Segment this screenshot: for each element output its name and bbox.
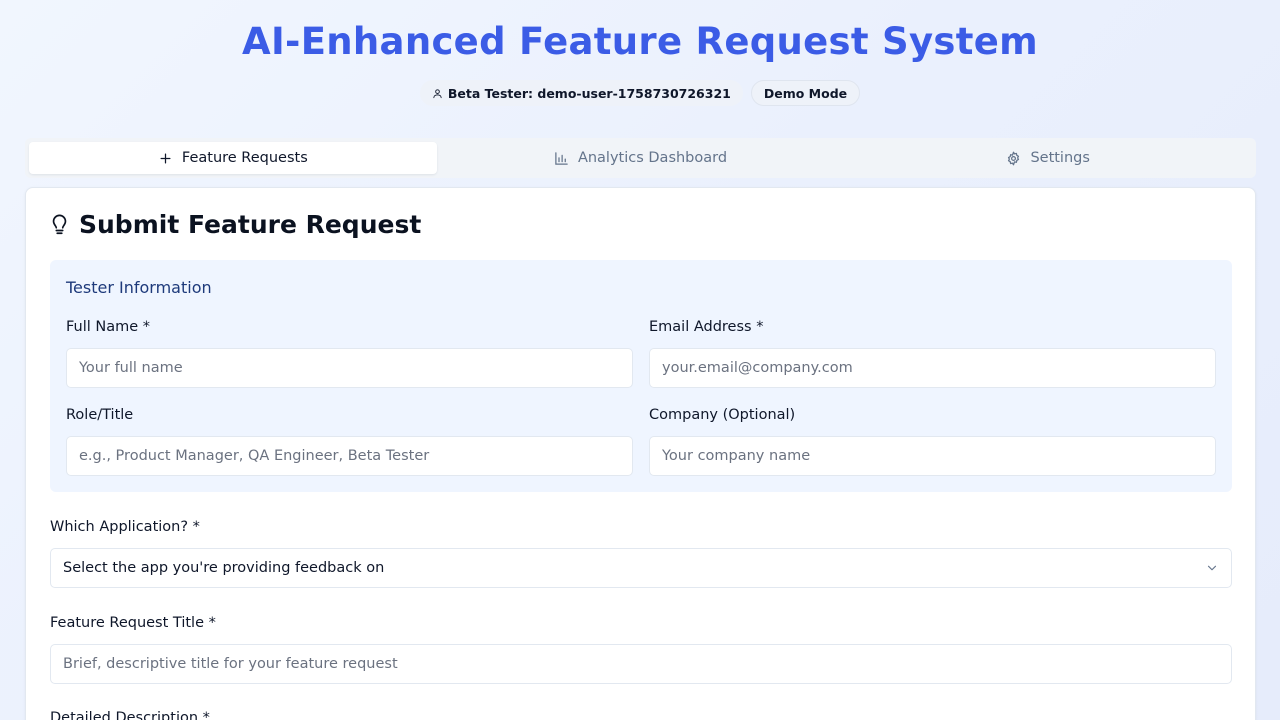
lightbulb-icon — [52, 214, 67, 234]
tab-settings[interactable]: Settings — [844, 142, 1252, 174]
plus-icon — [160, 153, 171, 163]
main-tabs: Feature Requests Analytics Dashboard Set… — [25, 138, 1256, 178]
tester-information-section: Tester Information Full Name * Email Add… — [50, 260, 1232, 492]
bar-chart-icon — [555, 151, 568, 165]
tab-label: Analytics Dashboard — [577, 150, 728, 166]
page-title: AI-Enhanced Feature Request System — [242, 20, 1038, 63]
tab-label: Feature Requests — [181, 150, 308, 166]
chevron-down-icon — [1207, 565, 1217, 571]
tab-analytics-dashboard[interactable]: Analytics Dashboard — [437, 142, 845, 174]
feature-request-card: Submit Feature Request Tester Informatio… — [25, 187, 1256, 720]
header-badges: Beta Tester: demo-user-1758730726321 Dem… — [0, 80, 1280, 106]
request-title-input[interactable] — [50, 644, 1232, 684]
gear-icon — [1008, 151, 1020, 165]
email-label: Email Address * — [649, 319, 764, 335]
card-header: Submit Feature Request — [50, 210, 421, 239]
demo-mode-label: Demo Mode — [763, 85, 848, 101]
email-input[interactable] — [649, 348, 1216, 388]
role-input[interactable] — [66, 436, 633, 476]
tester-badge: Beta Tester: demo-user-1758730726321 — [419, 80, 743, 106]
card-title: Submit Feature Request — [79, 210, 422, 239]
company-label: Company (Optional) — [649, 407, 796, 423]
tab-feature-requests[interactable]: Feature Requests — [29, 142, 437, 174]
role-label: Role/Title — [66, 407, 134, 423]
application-label: Which Application? * — [50, 519, 200, 535]
application-select-value: Select the app you're providing feedback… — [63, 560, 385, 576]
full-name-label: Full Name * — [66, 319, 151, 335]
full-name-input[interactable] — [66, 348, 633, 388]
tester-badge-label: Beta Tester: demo-user-1758730726321 — [447, 85, 731, 101]
company-input[interactable] — [649, 436, 1216, 476]
tab-label: Settings — [1030, 150, 1090, 166]
description-label: Detailed Description * — [50, 710, 210, 720]
demo-mode-badge: Demo Mode — [750, 80, 861, 106]
request-title-label: Feature Request Title * — [50, 615, 216, 631]
user-icon — [433, 88, 442, 98]
application-select[interactable]: Select the app you're providing feedback… — [50, 548, 1232, 588]
section-heading: Tester Information — [66, 278, 212, 297]
